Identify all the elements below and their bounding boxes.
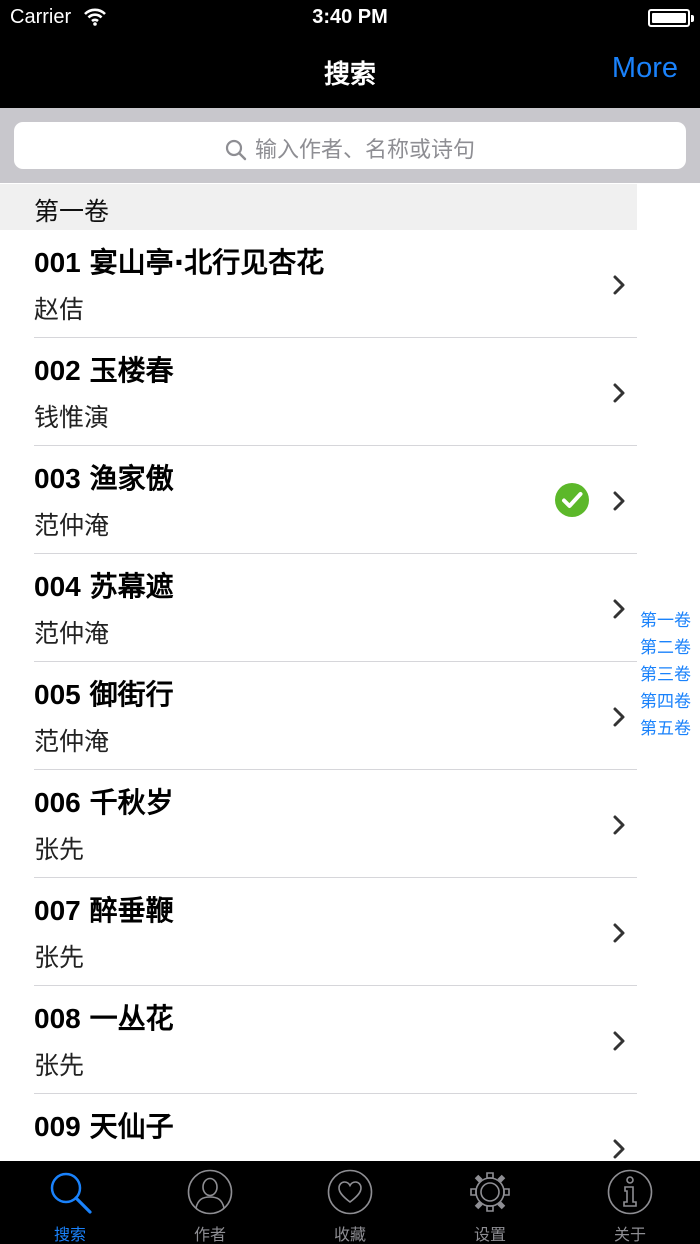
- chevron-right-icon: [613, 383, 625, 403]
- battery-icon: [648, 9, 694, 27]
- section-index[interactable]: 第一卷 第二卷 第三卷 第四卷 第五卷: [640, 608, 698, 743]
- poem-row[interactable]: 002 玉楼春钱惟演: [0, 338, 637, 446]
- chevron-right-icon: [613, 1139, 625, 1159]
- chevron-right-icon: [613, 707, 625, 727]
- poem-title: 006 千秋岁: [34, 781, 174, 821]
- chevron-right-icon: [613, 491, 625, 511]
- poem-number: 004: [34, 571, 81, 602]
- poem-name: 渔家傲: [89, 462, 174, 495]
- poem-list: 001 宴山亭·北行见杏花 赵佶 002 玉楼春 钱惟演 003 渔家傲 范仲淹 004 苏…: [0, 230, 637, 1202]
- poem-number: 008: [34, 1003, 81, 1034]
- tab-settings[interactable]: 设置: [420, 1161, 560, 1244]
- tab-about[interactable]: 关于: [560, 1161, 700, 1244]
- page-title: 搜索: [323, 60, 376, 90]
- status-time: 3:40 PM: [312, 6, 388, 28]
- poem-row[interactable]: 003 渔家傲范仲淹: [0, 446, 637, 554]
- poem-number: 001: [34, 247, 81, 278]
- poem-name: 玉楼春: [89, 354, 174, 387]
- more-button[interactable]: More: [612, 52, 678, 85]
- poem-name: 千秋岁: [89, 786, 174, 819]
- heart-icon: [327, 1169, 373, 1215]
- navigation-bar: 搜索 More: [0, 36, 700, 108]
- poem-title: 004 苏幕遮: [34, 565, 174, 605]
- status-bar: Carrier 3:40 PM: [0, 0, 700, 36]
- poem-number: 007: [34, 895, 81, 926]
- tab-label: 关于: [613, 1225, 646, 1244]
- tab-bar: 搜索 作者 收藏 设置 关于: [0, 1161, 700, 1244]
- poem-title: 008 一丛花: [34, 997, 174, 1037]
- poem-name: 苏幕遮: [89, 570, 174, 603]
- poem-author: 钱惟演: [34, 403, 110, 432]
- poem-title: 003 渔家傲: [34, 457, 174, 497]
- person-icon: [187, 1169, 233, 1215]
- tab-label: 搜索: [53, 1225, 86, 1244]
- poem-name: 御街行: [89, 678, 174, 711]
- poem-name: 天仙子: [89, 1110, 174, 1143]
- chevron-right-icon: [613, 599, 625, 619]
- poem-row[interactable]: 007 醉垂鞭 张先: [0, 878, 637, 986]
- chevron-right-icon: [613, 275, 625, 295]
- index-item[interactable]: 第二卷: [640, 635, 698, 662]
- poem-number: 003: [34, 463, 81, 494]
- poem-number: 002: [34, 355, 81, 386]
- poem-row[interactable]: 008 一丛花 张先: [0, 986, 637, 1094]
- tab-favorites[interactable]: 收藏: [280, 1161, 420, 1244]
- poem-author: 张先: [34, 943, 85, 972]
- poem-row[interactable]: 006 千秋岁 张先: [0, 770, 637, 878]
- poem-author: 范仲淹: [34, 511, 110, 540]
- poem-number: 005: [34, 679, 81, 710]
- poem-author: 赵佶: [34, 295, 85, 324]
- tab-search[interactable]: 搜索: [0, 1161, 140, 1244]
- poem-number: 006: [34, 787, 81, 818]
- search-icon: [225, 139, 247, 161]
- index-item[interactable]: 第四卷: [640, 689, 698, 716]
- poem-row[interactable]: 001 宴山亭·北行见杏花 赵佶: [0, 230, 637, 338]
- poem-name: 一丛花: [89, 1002, 174, 1035]
- index-item[interactable]: 第一卷: [640, 608, 698, 635]
- poem-row[interactable]: 004 苏幕遮范仲淹: [0, 554, 637, 662]
- search-placeholder: 输入作者、名称或诗句: [254, 138, 475, 163]
- poem-author: 范仲淹: [34, 619, 110, 648]
- search-input[interactable]: 输入作者、名称或诗句: [14, 122, 686, 169]
- poem-title: 009 天仙子: [34, 1105, 174, 1145]
- checkmark-icon: [555, 483, 589, 517]
- chevron-right-icon: [613, 923, 625, 943]
- tab-label: 作者: [193, 1225, 226, 1244]
- section-header: 第一卷: [0, 184, 637, 230]
- poem-title: 005 御街行: [34, 673, 174, 713]
- search-icon: [50, 1172, 92, 1214]
- poem-title: 002 玉楼春: [34, 349, 174, 389]
- tab-label: 设置: [473, 1225, 506, 1244]
- poem-author: 张先: [34, 1051, 85, 1080]
- tab-authors[interactable]: 作者: [140, 1161, 280, 1244]
- tab-label: 收藏: [333, 1225, 366, 1244]
- chevron-right-icon: [613, 1031, 625, 1051]
- poem-name: 宴山亭·北行见杏花: [89, 246, 325, 279]
- search-bar: 输入作者、名称或诗句: [0, 108, 700, 183]
- index-item[interactable]: 第三卷: [640, 662, 698, 689]
- poem-author: 张先: [34, 835, 85, 864]
- poem-number: 009: [34, 1111, 81, 1142]
- poem-title: 001 宴山亭·北行见杏花: [34, 241, 324, 281]
- index-item[interactable]: 第五卷: [640, 716, 698, 743]
- poem-name: 醉垂鞭: [89, 894, 174, 927]
- poem-title: 007 醉垂鞭: [34, 889, 174, 929]
- section-header-label: 第一卷: [34, 197, 110, 226]
- poem-row[interactable]: 005 御街行范仲淹: [0, 662, 637, 770]
- info-icon: [607, 1169, 653, 1215]
- poem-author: 范仲淹: [34, 727, 110, 756]
- gear-icon: [470, 1172, 510, 1212]
- chevron-right-icon: [613, 815, 625, 835]
